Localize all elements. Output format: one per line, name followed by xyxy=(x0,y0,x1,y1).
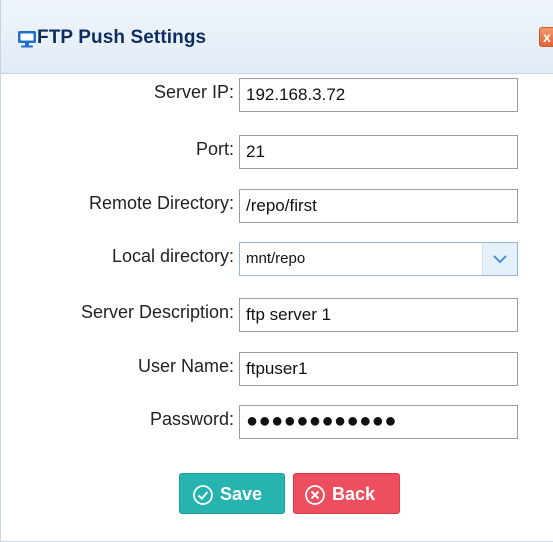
port-input[interactable] xyxy=(239,135,518,169)
check-circle-icon xyxy=(193,485,213,505)
back-label: Back xyxy=(332,484,376,504)
dialog-titlebar: FTP Push Settings x xyxy=(1,0,553,74)
server-ip-row: Server IP: xyxy=(1,78,553,112)
server-ip-label: Server IP: xyxy=(153,82,234,102)
port-label: Port: xyxy=(195,139,234,159)
local-directory-row: Local directory: mnt/repo xyxy=(1,242,553,276)
user-name-row: User Name: xyxy=(1,352,553,386)
local-directory-select[interactable]: mnt/repo xyxy=(239,242,518,276)
server-ip-input[interactable] xyxy=(239,78,518,112)
save-button[interactable]: Save xyxy=(179,473,285,514)
password-mask: ●●●●●●●●●●●● xyxy=(246,410,397,432)
remote-directory-row: Remote Directory: xyxy=(1,189,553,223)
server-description-input[interactable] xyxy=(239,298,518,332)
user-name-input[interactable] xyxy=(239,352,518,386)
remote-directory-label: Remote Directory: xyxy=(88,193,234,213)
back-button[interactable]: Back xyxy=(293,473,400,514)
password-label: Password: xyxy=(149,409,234,429)
dialog-title: FTP Push Settings xyxy=(37,27,207,48)
remote-directory-input[interactable] xyxy=(239,189,518,223)
save-label: Save xyxy=(220,484,263,504)
x-circle-icon xyxy=(305,485,325,505)
local-directory-value: mnt/repo xyxy=(246,250,306,267)
server-description-label: Server Description: xyxy=(80,302,234,322)
server-description-row: Server Description: xyxy=(1,298,553,332)
password-input[interactable]: ●●●●●●●●●●●● xyxy=(239,405,518,439)
close-button[interactable]: x xyxy=(539,27,553,47)
user-name-label: User Name: xyxy=(137,356,234,376)
dropdown-toggle[interactable] xyxy=(482,243,517,275)
port-row: Port: xyxy=(1,135,553,169)
chevron-down-icon xyxy=(493,255,507,264)
monitor-icon xyxy=(18,31,36,48)
password-row: Password: ●●●●●●●●●●●● xyxy=(1,405,553,439)
local-directory-label: Local directory: xyxy=(111,246,234,266)
ftp-push-settings-dialog: FTP Push Settings x Server IP: Port: Rem… xyxy=(0,0,553,542)
